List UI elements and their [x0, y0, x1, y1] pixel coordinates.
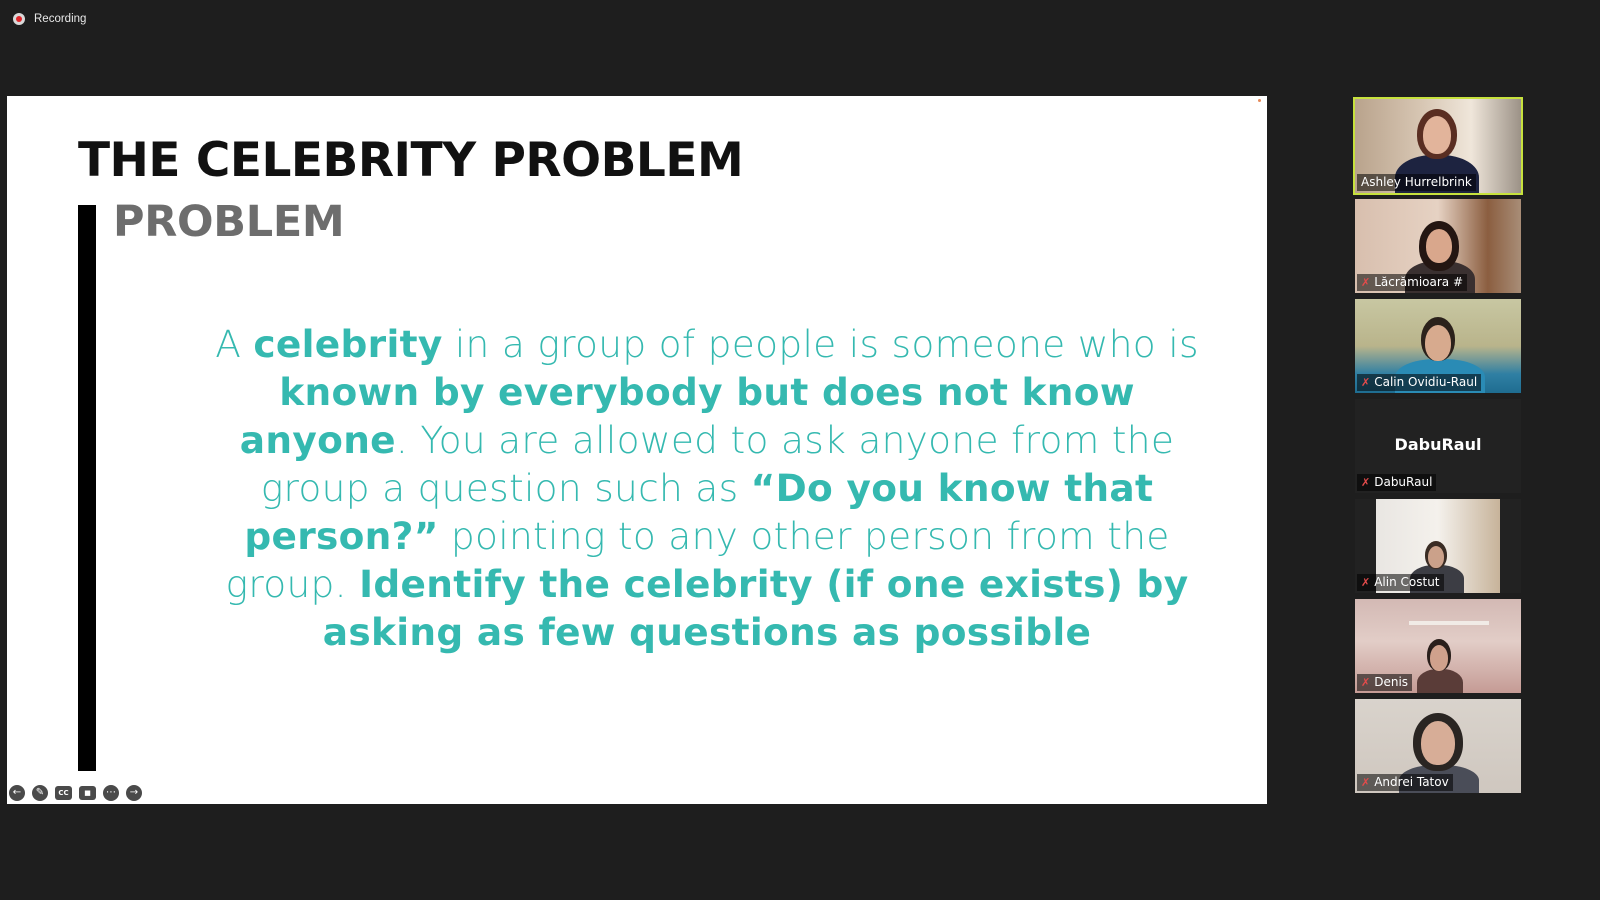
body-text: in a group of people is someone who is [442, 322, 1199, 366]
participant-name: Andrei Tatov [1374, 775, 1449, 789]
recording-label: Recording [34, 13, 87, 25]
participant-name-tag: ✗ Alin Costut [1357, 574, 1444, 591]
body-text: A [215, 322, 254, 366]
mic-muted-icon: ✗ [1361, 475, 1371, 489]
participant-display-name: DabuRaul [1394, 435, 1482, 454]
body-emphasis: celebrity [253, 322, 443, 366]
participant-gallery: Ashley Hurrelbrink ✗ Lăcrămioara # ✗ Cal… [1353, 97, 1523, 799]
participant-face [1423, 116, 1451, 154]
more-icon[interactable]: ⋯ [103, 785, 119, 801]
mic-muted-icon: ✗ [1361, 675, 1371, 689]
arrow-right-icon[interactable]: → [126, 785, 142, 801]
participant-tile[interactable]: DabuRaul ✗ DabuRaul [1355, 399, 1521, 493]
body-emphasis: Identify the celebrity (if one exists) b… [322, 562, 1189, 654]
participant-name-tag: ✗ Lăcrămioara # [1357, 274, 1468, 291]
participant-body [1417, 669, 1463, 693]
participant-name: Denis [1374, 675, 1409, 689]
participant-tile[interactable]: ✗ Andrei Tatov [1355, 699, 1521, 793]
slide-controls: ← ✎ CC ■ ⋯ → [9, 785, 142, 801]
slide-accent-bar [78, 205, 96, 771]
slide-marker [1258, 99, 1261, 102]
participant-tile[interactable]: ✗ Lăcrămioara # [1355, 199, 1521, 293]
participant-name: DabuRaul [1374, 475, 1433, 489]
participant-tile[interactable]: Ashley Hurrelbrink [1353, 97, 1523, 195]
recording-icon [13, 13, 25, 25]
participant-name-tag: ✗ Andrei Tatov [1357, 774, 1453, 791]
pencil-icon[interactable]: ✎ [32, 785, 48, 801]
slide-body-text: A celebrity in a group of people is some… [207, 320, 1207, 656]
participant-face [1428, 546, 1444, 568]
mic-muted-icon: ✗ [1361, 775, 1371, 789]
participant-name: Calin Ovidiu-Raul [1374, 375, 1478, 389]
shared-slide: THE CELEBRITY PROBLEM PROBLEM A celebrit… [7, 96, 1267, 804]
participant-face [1426, 229, 1452, 263]
participant-name-tag: ✗ Calin Ovidiu-Raul [1357, 374, 1482, 391]
mic-muted-icon: ✗ [1361, 375, 1371, 389]
slide-title: THE CELEBRITY PROBLEM [78, 133, 744, 188]
participant-name-tag: ✗ Denis [1357, 674, 1413, 691]
participant-face [1430, 645, 1448, 671]
recording-indicator[interactable]: Recording [13, 13, 86, 25]
participant-tile[interactable]: ✗ Calin Ovidiu-Raul [1355, 299, 1521, 393]
slide-subtitle: PROBLEM [113, 197, 345, 247]
shelf [1409, 621, 1489, 625]
mic-muted-icon: ✗ [1361, 275, 1371, 289]
participant-face [1425, 325, 1451, 361]
arrow-left-icon[interactable]: ← [9, 785, 25, 801]
participant-name-tag: ✗ DabuRaul [1357, 474, 1437, 491]
participant-name: Lăcrămioara # [1374, 275, 1464, 289]
participant-name: Ashley Hurrelbrink [1361, 175, 1472, 189]
participant-name-tag: Ashley Hurrelbrink [1357, 174, 1476, 191]
video-off-icon[interactable]: ■ [79, 786, 96, 800]
cc-icon[interactable]: CC [55, 786, 72, 800]
participant-name: Alin Costut [1374, 575, 1440, 589]
mic-muted-icon: ✗ [1361, 575, 1371, 589]
participant-face [1421, 721, 1455, 765]
participant-tile[interactable]: ✗ Denis [1355, 599, 1521, 693]
participant-tile[interactable]: ✗ Alin Costut [1355, 499, 1521, 593]
